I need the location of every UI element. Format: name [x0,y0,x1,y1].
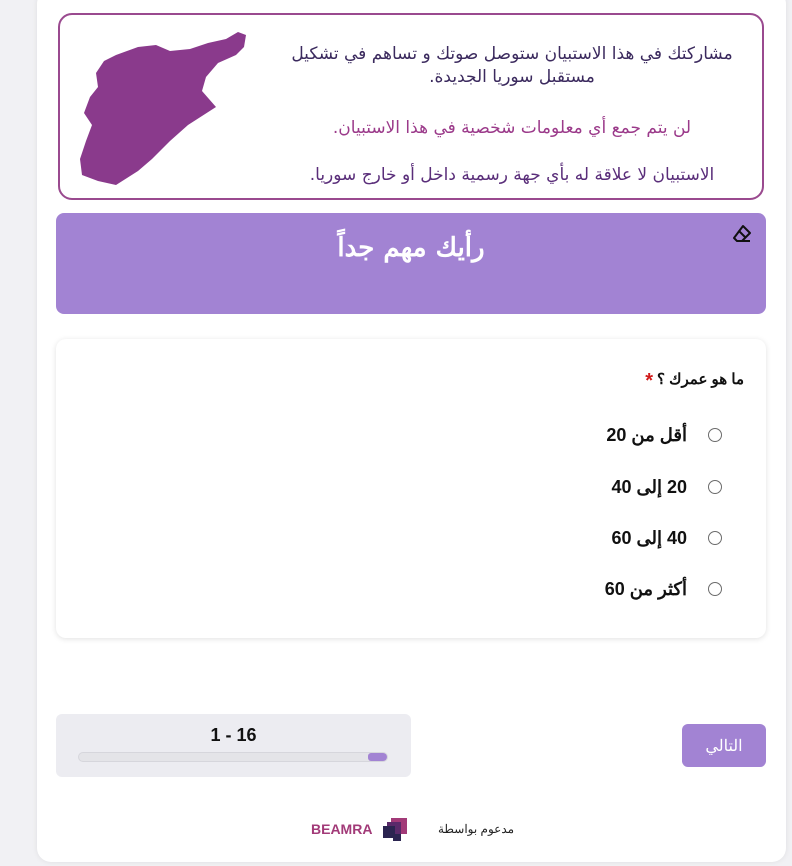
progress-fill [367,753,387,761]
required-mark: * [645,370,653,392]
option-label: 20 إلى 40 [611,476,687,497]
question-label: ما هو عمرك ؟ [657,371,744,388]
intro-line-3: الاستبيان لا علاقة له بأي جهة رسمية داخل… [309,165,715,185]
option-20-40[interactable]: 20 إلى 40 [502,475,722,499]
radio-button[interactable] [708,582,722,596]
question-card: ما هو عمرك ؟* أقل من 20 20 إلى 40 40 إلى… [56,339,766,638]
intro-line-1: مشاركتك في هذا الاستبيان ستوصل صوتك و تس… [291,44,733,87]
radio-button[interactable] [708,531,722,545]
intro-box: مشاركتك في هذا الاستبيان ستوصل صوتك و تس… [58,13,764,200]
brand-name[interactable]: BEAMRA [311,821,372,837]
syria-map-icon [80,32,246,185]
banner-title: رأيك مهم جداً [337,233,485,263]
progress-count: 1 - 16 [210,725,257,745]
progress-panel: 1 - 16 [56,714,411,777]
intro-line-2: لن يتم جمع أي معلومات شخصية في هذا الاست… [332,118,692,138]
section-banner: رأيك مهم جداً [56,213,766,314]
radio-button[interactable] [708,428,722,442]
radio-button[interactable] [708,480,722,494]
next-button[interactable]: التالي [682,724,766,767]
eraser-icon[interactable] [732,224,752,244]
option-label: 40 إلى 60 [611,527,687,548]
option-under-20[interactable]: أقل من 20 [502,423,722,447]
powered-by-label: مدعوم بواسطة [438,822,515,836]
progress-track [78,752,388,762]
footer: مدعوم بواسطة BEAMRA [0,814,792,844]
option-label: أكثر من 60 [604,578,687,599]
option-label: أقل من 20 [606,424,687,445]
question-title: ما هو عمرك ؟* [645,367,744,392]
option-over-60[interactable]: أكثر من 60 [502,577,722,601]
option-40-60[interactable]: 40 إلى 60 [502,526,722,550]
beamra-logo-icon[interactable] [381,816,409,842]
